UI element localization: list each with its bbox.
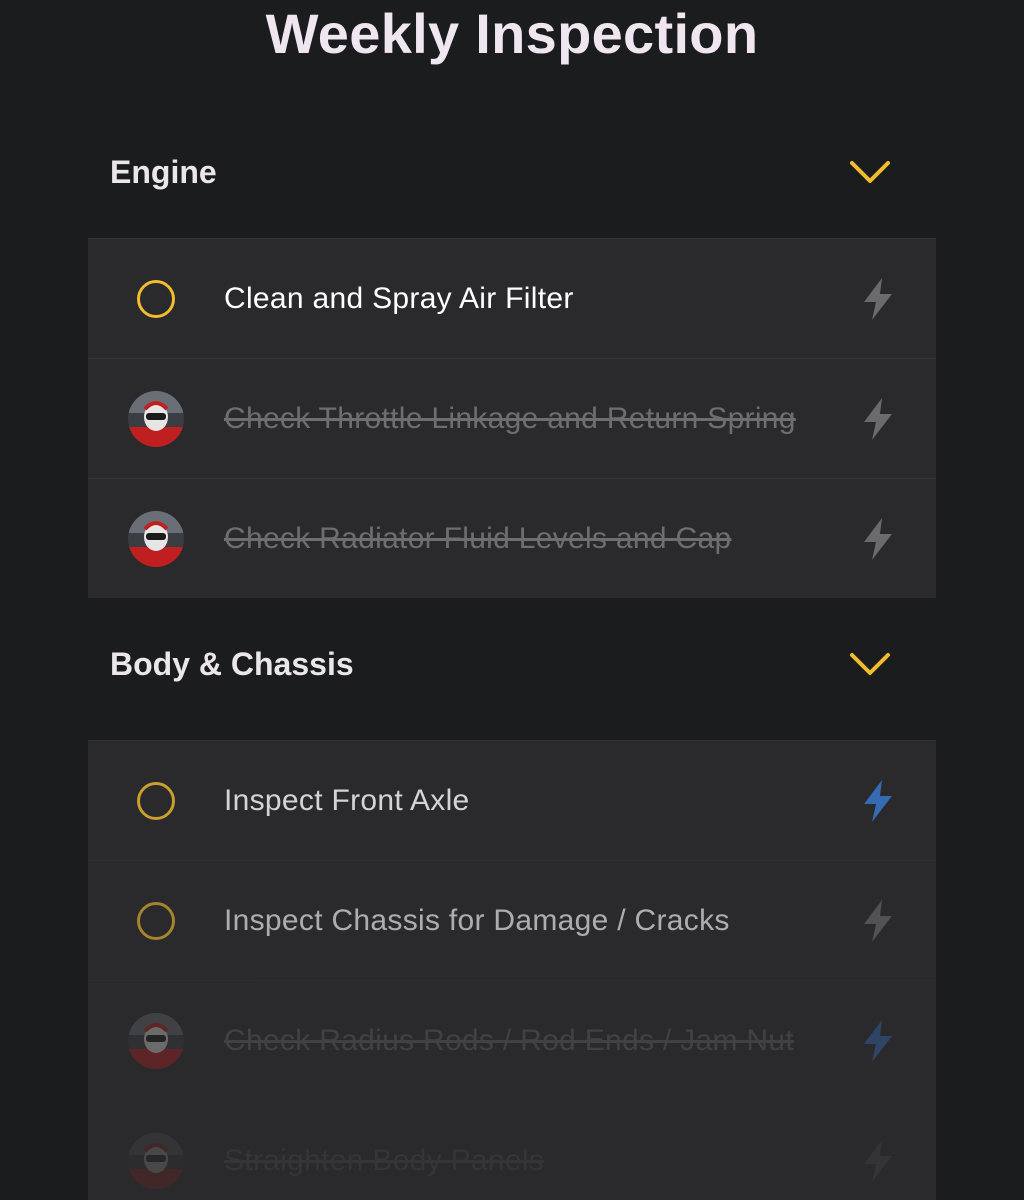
empty-circle-icon[interactable]	[137, 901, 175, 940]
section-title: Body & Chassis	[110, 645, 354, 682]
lightning-bolt-icon[interactable]	[860, 1139, 896, 1183]
user-avatar[interactable]	[128, 1132, 184, 1189]
empty-circle-icon[interactable]	[137, 279, 175, 318]
task-list-engine: Clean and Spray Air Filter Check Throttl…	[88, 238, 936, 598]
task-label: Inspect Front Axle	[224, 783, 470, 817]
task-row[interactable]: Straighten Body Panels	[88, 1100, 936, 1200]
task-list-body-chassis: Inspect Front Axle Inspect Chassis for D…	[88, 740, 936, 1200]
task-row[interactable]: Check Radiator Fluid Levels and Cap	[88, 478, 936, 598]
weekly-inspection-screen: Weekly Inspection Engine Clean and Spray…	[0, 0, 1024, 1200]
section-title: Engine	[110, 153, 217, 190]
task-label: Check Throttle Linkage and Return Spring	[224, 401, 796, 435]
lightning-bolt-icon[interactable]	[860, 397, 896, 441]
task-row[interactable]: Clean and Spray Air Filter	[88, 238, 936, 358]
lightning-bolt-icon[interactable]	[860, 1019, 896, 1063]
task-label: Straighten Body Panels	[224, 1143, 545, 1177]
lightning-bolt-icon[interactable]	[860, 779, 896, 823]
user-avatar[interactable]	[128, 390, 184, 447]
empty-circle-icon[interactable]	[137, 781, 175, 820]
lightning-bolt-icon[interactable]	[860, 517, 896, 561]
lightning-bolt-icon[interactable]	[860, 277, 896, 321]
task-label: Check Radius Rods / Rod Ends / Jam Nut	[224, 1023, 794, 1057]
user-avatar[interactable]	[128, 1012, 184, 1069]
task-label: Check Radiator Fluid Levels and Cap	[224, 521, 732, 555]
task-row[interactable]: Inspect Front Axle	[88, 740, 936, 860]
section-header-engine[interactable]: Engine	[88, 122, 936, 222]
task-label: Inspect Chassis for Damage / Cracks	[224, 903, 730, 937]
chevron-down-icon[interactable]	[848, 650, 892, 678]
task-label: Clean and Spray Air Filter	[224, 281, 574, 315]
page-title: Weekly Inspection	[265, 2, 759, 65]
task-row[interactable]: Inspect Chassis for Damage / Cracks	[88, 860, 936, 980]
lightning-bolt-icon[interactable]	[860, 899, 896, 943]
task-row[interactable]: Check Radius Rods / Rod Ends / Jam Nut	[88, 980, 936, 1100]
section-header-body-chassis[interactable]: Body & Chassis	[88, 614, 936, 714]
task-row[interactable]: Check Throttle Linkage and Return Spring	[88, 358, 936, 478]
chevron-down-icon[interactable]	[848, 158, 892, 186]
user-avatar[interactable]	[128, 510, 184, 567]
